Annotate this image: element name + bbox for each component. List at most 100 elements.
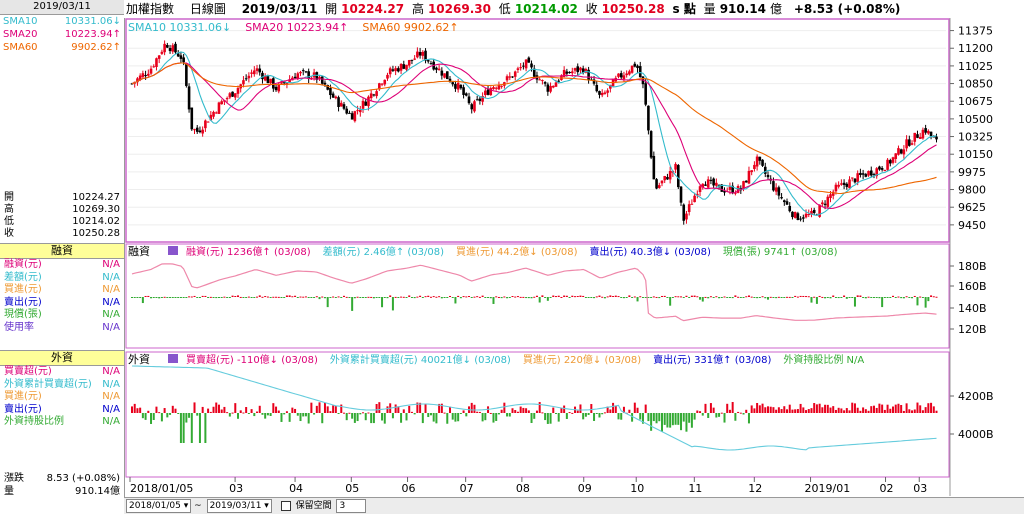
candle-body [638,66,642,78]
candle-body [753,164,756,169]
foreign-bar [859,410,862,413]
margin-bar [506,297,509,299]
foreign-cumulative-path [131,365,937,451]
margin-bar [815,297,818,304]
margin-bar [261,296,264,298]
foreign-bar [334,405,337,413]
margin-bar [712,297,715,298]
margin-bar [935,296,938,298]
margin-bar [163,296,166,298]
foreign-bar [400,413,403,423]
margin-bar [802,295,805,297]
foreign-bar [364,413,367,421]
foreign-bar [245,407,248,413]
margin-bar [682,297,685,298]
foreign-bar [666,413,669,428]
margin-bar [427,295,430,297]
margin-bar [807,296,810,298]
margin-bar [826,297,829,298]
candle-body [261,72,264,80]
foreign-bar [394,404,397,413]
foreign-bar [707,413,710,418]
foreign-bar [182,413,185,443]
foreign-legend-item: 外資持股比例 N/A [783,353,864,366]
margin-item-label: 買進(元) [4,284,42,296]
margin-bar [402,296,405,298]
margin-change-bars [131,295,938,311]
volume-row: 量 910.14億 [0,485,124,498]
candle-body [924,128,927,133]
foreign-bar [764,407,767,413]
foreign-bar [892,406,895,413]
foreign-item-value: N/A [102,366,120,377]
candle-body [777,187,781,196]
candle-body [869,170,873,176]
foreign-item-row: 買賣超(元) N/A [0,366,124,379]
foreign-bar [927,403,930,413]
foreign-bar [378,402,381,413]
margin-bar [905,296,908,298]
list-icon[interactable] [168,354,178,363]
list-icon[interactable] [168,246,178,255]
margin-bar [603,297,606,299]
candle-body [750,170,753,173]
margin-bar [633,296,636,298]
foreign-item-label: 買進(元) [4,391,42,403]
start-date-field[interactable]: 2018/01/05 ▾ [126,498,192,513]
margin-bar [644,297,647,298]
margin-bar [435,296,438,298]
candle-body [685,213,688,220]
candle-body [166,44,169,48]
keep-space-checkbox[interactable] [280,500,291,511]
margin-item-label: 差額(元) [4,271,42,283]
end-date-field[interactable]: 2019/03/11 ▾ [206,498,272,513]
foreign-bar [514,410,517,413]
margin-bar [584,297,587,298]
candle-body [253,70,256,75]
foreign-bar [169,413,172,415]
margin-bar [750,296,753,298]
foreign-bar [340,404,343,413]
foreign-bar [492,413,495,423]
foreign-bar [258,405,261,413]
margin-bar [881,297,884,308]
margin-bar [236,295,239,297]
margin-item-value: N/A [102,284,120,296]
candle-body [155,58,158,67]
foreign-bar [881,404,884,413]
foreign-bar [660,413,663,432]
foreign-bar [769,406,772,413]
foreign-bar [495,413,498,421]
margin-bar [381,297,384,308]
x-tick-label: 2019/01 [805,482,851,495]
foreign-bar [188,413,191,418]
foreign-bar [875,407,878,413]
margin-bar [367,296,370,298]
candle-body [793,212,797,218]
margin-bar [285,295,288,297]
margin-bar [557,295,560,297]
candle-body [473,101,476,112]
margin-bar [353,297,356,299]
foreign-bar [294,408,297,413]
margin-bar [174,297,177,298]
margin-bar [663,295,666,297]
margin-bar [658,297,661,299]
margin-bar [489,297,492,299]
margin-bar [764,297,767,299]
candle-body [872,174,876,176]
candle-body [394,68,397,72]
foreign-bar [905,403,908,413]
candle-body [880,168,884,170]
foreign-bar [291,407,294,413]
keep-space-label: 保留空間 [295,501,332,511]
foreign-bar [158,412,161,414]
foreign-bar [745,409,748,413]
keep-space-input[interactable]: 3 [336,498,367,513]
candle-body [334,96,338,99]
candle-body [152,66,156,68]
candle-body [201,129,204,134]
price-legend-sma20: SMA20 10223.94↑ [245,21,348,34]
margin-bar [832,295,835,297]
margin-tick-label: 180B [958,260,987,273]
